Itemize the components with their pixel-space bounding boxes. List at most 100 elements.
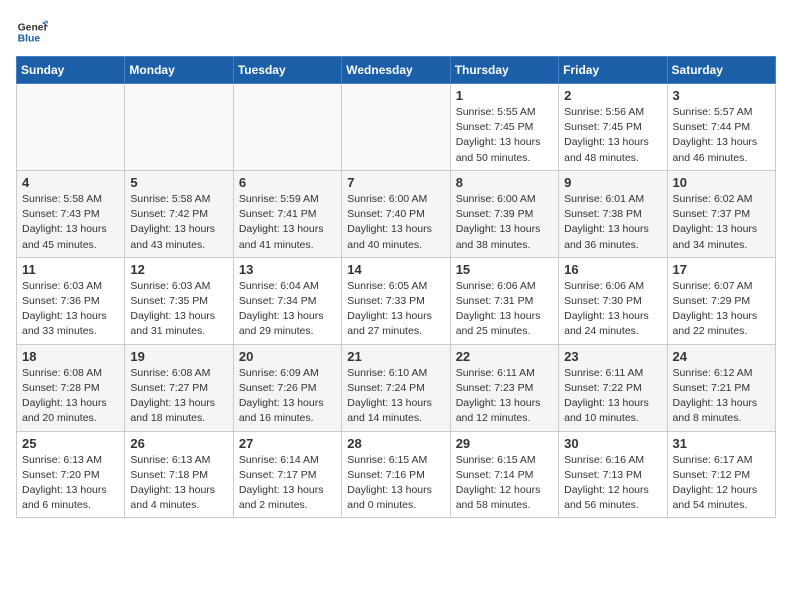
calendar-day-cell: 16 Sunrise: 6:06 AM Sunset: 7:30 PM Dayli… [559, 257, 667, 344]
weekday-header-cell: Saturday [667, 57, 775, 84]
calendar-day-cell: 1 Sunrise: 5:55 AM Sunset: 7:45 PM Daylig… [450, 84, 558, 171]
calendar-day-cell: 24 Sunrise: 6:12 AM Sunset: 7:21 PM Dayli… [667, 344, 775, 431]
day-number: 6 [239, 175, 336, 190]
calendar-day-cell: 26Sunrise: 6:13 AM Sunset: 7:18 PM Dayli… [125, 431, 233, 518]
svg-text:Blue: Blue [18, 34, 41, 45]
calendar-day-cell: 22 Sunrise: 6:11 AM Sunset: 7:23 PM Dayli… [450, 344, 558, 431]
day-detail: Sunrise: 6:08 AM Sunset: 7:27 PM Dayligh… [130, 366, 227, 427]
day-number: 7 [347, 175, 444, 190]
day-number: 11 [22, 262, 119, 277]
calendar-day-cell [342, 84, 450, 171]
weekday-header-cell: Wednesday [342, 57, 450, 84]
day-detail: Sunrise: 6:11 AM Sunset: 7:23 PM Dayligh… [456, 366, 553, 427]
day-detail: Sunrise: 6:14 AM Sunset: 7:17 PM Dayligh… [239, 453, 336, 514]
day-detail: Sunrise: 6:06 AM Sunset: 7:30 PM Dayligh… [564, 279, 661, 340]
calendar-week-row: 18 Sunrise: 6:08 AM Sunset: 7:28 PM Dayli… [17, 344, 776, 431]
day-detail: Sunrise: 6:09 AM Sunset: 7:26 PM Dayligh… [239, 366, 336, 427]
day-number: 2 [564, 88, 661, 103]
day-number: 19 [130, 349, 227, 364]
day-number: 16 [564, 262, 661, 277]
day-detail: Sunrise: 6:15 AM Sunset: 7:16 PM Dayligh… [347, 453, 444, 514]
calendar-day-cell: 28 Sunrise: 6:15 AM Sunset: 7:16 PM Dayli… [342, 431, 450, 518]
page-header: General Blue [16, 16, 776, 48]
day-detail: Sunrise: 5:57 AM Sunset: 7:44 PM Dayligh… [673, 105, 770, 166]
calendar-day-cell [233, 84, 341, 171]
calendar-day-cell: 15Sunrise: 6:06 AM Sunset: 7:31 PM Dayli… [450, 257, 558, 344]
calendar-day-cell [17, 84, 125, 171]
day-number: 24 [673, 349, 770, 364]
day-detail: Sunrise: 5:58 AM Sunset: 7:42 PM Dayligh… [130, 192, 227, 253]
calendar-day-cell: 4 Sunrise: 5:58 AM Sunset: 7:43 PM Daylig… [17, 170, 125, 257]
calendar-day-cell: 29Sunrise: 6:15 AM Sunset: 7:14 PM Dayli… [450, 431, 558, 518]
calendar-day-cell: 18 Sunrise: 6:08 AM Sunset: 7:28 PM Dayli… [17, 344, 125, 431]
calendar-day-cell: 9Sunrise: 6:01 AM Sunset: 7:38 PM Daylig… [559, 170, 667, 257]
day-number: 4 [22, 175, 119, 190]
calendar-week-row: 4 Sunrise: 5:58 AM Sunset: 7:43 PM Daylig… [17, 170, 776, 257]
day-number: 1 [456, 88, 553, 103]
calendar-day-cell: 30 Sunrise: 6:16 AM Sunset: 7:13 PM Dayli… [559, 431, 667, 518]
day-detail: Sunrise: 6:08 AM Sunset: 7:28 PM Dayligh… [22, 366, 119, 427]
day-detail: Sunrise: 6:10 AM Sunset: 7:24 PM Dayligh… [347, 366, 444, 427]
calendar-day-cell: 12 Sunrise: 6:03 AM Sunset: 7:35 PM Dayli… [125, 257, 233, 344]
calendar-day-cell: 5 Sunrise: 5:58 AM Sunset: 7:42 PM Daylig… [125, 170, 233, 257]
weekday-header-cell: Sunday [17, 57, 125, 84]
calendar-table: SundayMondayTuesdayWednesdayThursdayFrid… [16, 56, 776, 518]
day-detail: Sunrise: 6:17 AM Sunset: 7:12 PM Dayligh… [673, 453, 770, 514]
calendar-day-cell: 23Sunrise: 6:11 AM Sunset: 7:22 PM Dayli… [559, 344, 667, 431]
day-number: 5 [130, 175, 227, 190]
day-number: 17 [673, 262, 770, 277]
day-detail: Sunrise: 6:06 AM Sunset: 7:31 PM Dayligh… [456, 279, 553, 340]
weekday-header-cell: Monday [125, 57, 233, 84]
day-detail: Sunrise: 6:02 AM Sunset: 7:37 PM Dayligh… [673, 192, 770, 253]
day-number: 3 [673, 88, 770, 103]
day-detail: Sunrise: 6:04 AM Sunset: 7:34 PM Dayligh… [239, 279, 336, 340]
weekday-header-row: SundayMondayTuesdayWednesdayThursdayFrid… [17, 57, 776, 84]
day-detail: Sunrise: 6:12 AM Sunset: 7:21 PM Dayligh… [673, 366, 770, 427]
day-number: 28 [347, 436, 444, 451]
calendar-day-cell: 11Sunrise: 6:03 AM Sunset: 7:36 PM Dayli… [17, 257, 125, 344]
calendar-day-cell: 7 Sunrise: 6:00 AM Sunset: 7:40 PM Daylig… [342, 170, 450, 257]
day-detail: Sunrise: 6:03 AM Sunset: 7:35 PM Dayligh… [130, 279, 227, 340]
calendar-day-cell: 6Sunrise: 5:59 AM Sunset: 7:41 PM Daylig… [233, 170, 341, 257]
day-detail: Sunrise: 6:00 AM Sunset: 7:39 PM Dayligh… [456, 192, 553, 253]
calendar-day-cell: 27Sunrise: 6:14 AM Sunset: 7:17 PM Dayli… [233, 431, 341, 518]
calendar-day-cell: 19 Sunrise: 6:08 AM Sunset: 7:27 PM Dayli… [125, 344, 233, 431]
calendar-day-cell: 3 Sunrise: 5:57 AM Sunset: 7:44 PM Daylig… [667, 84, 775, 171]
calendar-day-cell: 13 Sunrise: 6:04 AM Sunset: 7:34 PM Dayli… [233, 257, 341, 344]
calendar-day-cell: 8 Sunrise: 6:00 AM Sunset: 7:39 PM Daylig… [450, 170, 558, 257]
day-number: 10 [673, 175, 770, 190]
weekday-header-cell: Tuesday [233, 57, 341, 84]
day-detail: Sunrise: 6:00 AM Sunset: 7:40 PM Dayligh… [347, 192, 444, 253]
calendar-day-cell: 2 Sunrise: 5:56 AM Sunset: 7:45 PM Daylig… [559, 84, 667, 171]
day-number: 22 [456, 349, 553, 364]
calendar-day-cell: 17 Sunrise: 6:07 AM Sunset: 7:29 PM Dayli… [667, 257, 775, 344]
day-number: 12 [130, 262, 227, 277]
day-number: 18 [22, 349, 119, 364]
day-detail: Sunrise: 5:55 AM Sunset: 7:45 PM Dayligh… [456, 105, 553, 166]
weekday-header-cell: Friday [559, 57, 667, 84]
calendar-day-cell: 20 Sunrise: 6:09 AM Sunset: 7:26 PM Dayli… [233, 344, 341, 431]
day-number: 31 [673, 436, 770, 451]
day-detail: Sunrise: 6:16 AM Sunset: 7:13 PM Dayligh… [564, 453, 661, 514]
logo: General Blue [16, 16, 48, 48]
day-detail: Sunrise: 6:13 AM Sunset: 7:18 PM Dayligh… [130, 453, 227, 514]
day-number: 20 [239, 349, 336, 364]
day-detail: Sunrise: 6:01 AM Sunset: 7:38 PM Dayligh… [564, 192, 661, 253]
day-number: 13 [239, 262, 336, 277]
calendar-body: 1 Sunrise: 5:55 AM Sunset: 7:45 PM Daylig… [17, 84, 776, 518]
day-detail: Sunrise: 5:56 AM Sunset: 7:45 PM Dayligh… [564, 105, 661, 166]
weekday-header-cell: Thursday [450, 57, 558, 84]
day-detail: Sunrise: 6:13 AM Sunset: 7:20 PM Dayligh… [22, 453, 119, 514]
calendar-week-row: 25 Sunrise: 6:13 AM Sunset: 7:20 PM Dayli… [17, 431, 776, 518]
day-number: 23 [564, 349, 661, 364]
calendar-day-cell: 10 Sunrise: 6:02 AM Sunset: 7:37 PM Dayli… [667, 170, 775, 257]
day-number: 30 [564, 436, 661, 451]
calendar-day-cell: 21 Sunrise: 6:10 AM Sunset: 7:24 PM Dayli… [342, 344, 450, 431]
day-detail: Sunrise: 6:07 AM Sunset: 7:29 PM Dayligh… [673, 279, 770, 340]
day-number: 8 [456, 175, 553, 190]
day-number: 25 [22, 436, 119, 451]
day-number: 21 [347, 349, 444, 364]
day-detail: Sunrise: 5:58 AM Sunset: 7:43 PM Dayligh… [22, 192, 119, 253]
calendar-day-cell [125, 84, 233, 171]
calendar-week-row: 1 Sunrise: 5:55 AM Sunset: 7:45 PM Daylig… [17, 84, 776, 171]
